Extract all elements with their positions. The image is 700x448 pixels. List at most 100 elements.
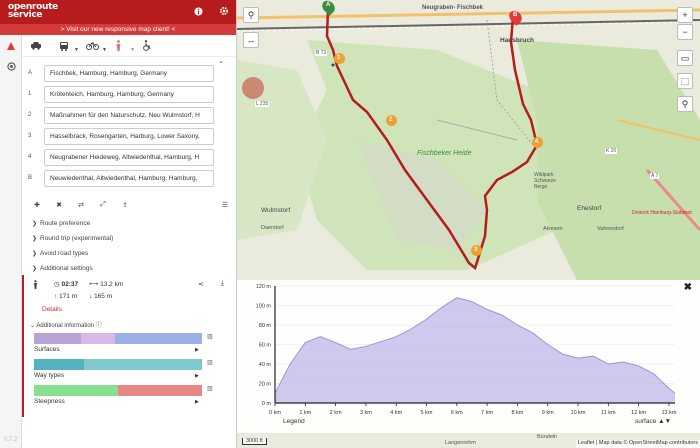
bar-segment[interactable]: [84, 359, 202, 370]
locate-pin-button[interactable]: ⚲: [243, 7, 259, 23]
waypoint-input-a[interactable]: [44, 65, 214, 82]
map-label-wildpark: Wildpark Schwarze Berge: [534, 172, 556, 190]
way-types-bar[interactable]: [34, 359, 202, 370]
road-label-l235: L 235: [255, 101, 270, 107]
surface-text: surface: [635, 418, 657, 425]
bar-segment[interactable]: [118, 385, 202, 396]
truck-profile-button[interactable]: ▼: [58, 38, 86, 54]
map-icon[interactable]: ▥: [207, 359, 213, 366]
add-waypoint-icon[interactable]: ✚: [32, 200, 42, 210]
elevation-chart[interactable]: 120 m 100 m 80 m 60 m 40 m 20 m 0 m 0 km 1 km 2 k…: [237, 280, 700, 433]
duration: ◷ 02:37: [54, 281, 79, 288]
left-rail: 0.7.2: [0, 35, 22, 448]
waypoint-input-b[interactable]: [44, 170, 214, 187]
additional-info-toggle[interactable]: ⌄ Additional information ⓘ: [30, 320, 102, 329]
version-label: 0.7.2: [4, 437, 18, 443]
directions-icon[interactable]: [6, 41, 16, 51]
bar-segment[interactable]: [34, 333, 82, 344]
waypoint-input-3[interactable]: [44, 128, 214, 145]
caret-right-icon[interactable]: ▶: [195, 347, 199, 353]
waypoint-input-2[interactable]: [44, 107, 214, 124]
y-tick-label: 60 m: [259, 343, 272, 349]
bar-segment[interactable]: [81, 333, 115, 344]
drag-handle[interactable]: 2: [28, 112, 31, 118]
route-actions: ✚ ✖ ⇄ ⤢ ⇪ ☰: [22, 198, 236, 214]
drag-handle[interactable]: 3: [28, 133, 31, 139]
bar-segment[interactable]: [34, 385, 118, 396]
chevron-down-icon: ▼: [130, 46, 135, 53]
waypoint-input-4[interactable]: [44, 149, 214, 166]
walking-icon: [116, 40, 121, 51]
collapse-sidebar-button[interactable]: ↔: [243, 32, 259, 48]
avoid-road-types-toggle[interactable]: ❯ Avoid road types: [22, 246, 236, 261]
bar-segment[interactable]: [114, 333, 202, 344]
attribution: Leaflet | Map data © OpenStreetMap contr…: [575, 440, 700, 448]
drag-handle[interactable]: B: [28, 175, 32, 181]
close-icon[interactable]: ✖: [684, 282, 692, 293]
map-icon[interactable]: ▥: [207, 385, 213, 392]
car-profile-button[interactable]: [30, 38, 58, 54]
upload-icon[interactable]: ⇪: [120, 200, 130, 210]
way-types-label: Way types: [34, 372, 65, 379]
logo[interactable]: openroute service: [8, 3, 58, 20]
option-label: Additional settings: [40, 265, 93, 272]
sidebar: openroute service > Visit our new respon…: [0, 0, 237, 448]
bike-icon: [86, 42, 99, 50]
x-tick-label: 5 km: [421, 410, 433, 416]
road-label-b73: B 73: [315, 50, 328, 56]
drag-handle[interactable]: 4: [28, 154, 31, 160]
road-label-a7: A 7: [650, 173, 660, 179]
y-tick-label: 120 m: [256, 284, 272, 290]
fit-route-icon[interactable]: ⤢: [98, 200, 108, 210]
wheelchair-profile-button[interactable]: [142, 38, 170, 54]
drag-handle[interactable]: 1: [28, 91, 31, 97]
map-label-vahrendorf: Vahrendorf: [597, 226, 624, 232]
distance-value: 13.2 km: [100, 281, 124, 288]
route-preference-toggle[interactable]: ❯ Route preference: [22, 216, 236, 231]
x-tick-label: 2 km: [330, 410, 342, 416]
new-client-banner[interactable]: > Visit our new responsive map client! <: [0, 24, 236, 35]
reverse-route-icon[interactable]: ⇄: [76, 200, 86, 210]
details-link[interactable]: Details: [42, 306, 62, 313]
draw-icon[interactable]: ⬚: [677, 73, 693, 89]
download-icon[interactable]: ⤓: [221, 280, 224, 288]
surfaces-bar[interactable]: [34, 333, 202, 344]
bike-profile-button[interactable]: ▼: [86, 38, 114, 54]
surface-label[interactable]: surface ▲▼: [635, 418, 671, 425]
steepness-bar[interactable]: [34, 385, 202, 396]
car-icon: [31, 42, 41, 50]
drag-handle[interactable]: A: [28, 70, 32, 76]
y-tick-label: 80 m: [259, 323, 272, 329]
waypoint-input-1[interactable]: [44, 86, 214, 103]
marker-2-label: 2: [389, 117, 393, 123]
walking-profile-button[interactable]: ▼: [114, 38, 142, 54]
reset-route-icon[interactable]: ✖: [54, 200, 64, 210]
round-trip-toggle[interactable]: ❯ Round trip (experimental): [22, 231, 236, 246]
caret-right-icon[interactable]: ▶: [195, 373, 199, 379]
additional-settings-toggle[interactable]: ❯ Additional settings: [22, 261, 236, 276]
descent-value: 165 m: [94, 293, 113, 300]
share-icon[interactable]: ⋖: [198, 280, 203, 288]
caret-right-icon[interactable]: ▶: [195, 399, 199, 405]
waypoint-row: 3: [22, 126, 236, 147]
bar-segment[interactable]: [34, 359, 85, 370]
marker-b-label: B: [513, 12, 518, 18]
zoom-in-button[interactable]: +: [677, 7, 693, 23]
gear-icon[interactable]: [218, 5, 230, 17]
x-tick-label: 4 km: [390, 410, 402, 416]
marker-3-label: 3: [474, 247, 478, 253]
isochrones-icon[interactable]: [6, 61, 16, 71]
x-tick-label: 6 km: [451, 410, 463, 416]
legend-label[interactable]: Legend: [283, 418, 305, 425]
map-label-langenrehm: Langenrehm: [445, 440, 476, 446]
y-tick-label: 0 m: [262, 401, 272, 407]
info-icon[interactable]: [192, 5, 204, 17]
map-icon[interactable]: ▥: [207, 333, 213, 340]
settings-sliders-icon[interactable]: ☰: [220, 200, 230, 210]
option-label: Round trip (experimental): [40, 235, 114, 242]
waypoint-row: 4: [22, 147, 236, 168]
marker-icon[interactable]: ⚲: [677, 96, 693, 112]
map-view[interactable]: Neugraben- Fischbek Hausbruch Fischbeker…: [237, 0, 700, 448]
zoom-out-button[interactable]: −: [677, 24, 693, 40]
layers-icon[interactable]: ▭: [677, 50, 693, 66]
